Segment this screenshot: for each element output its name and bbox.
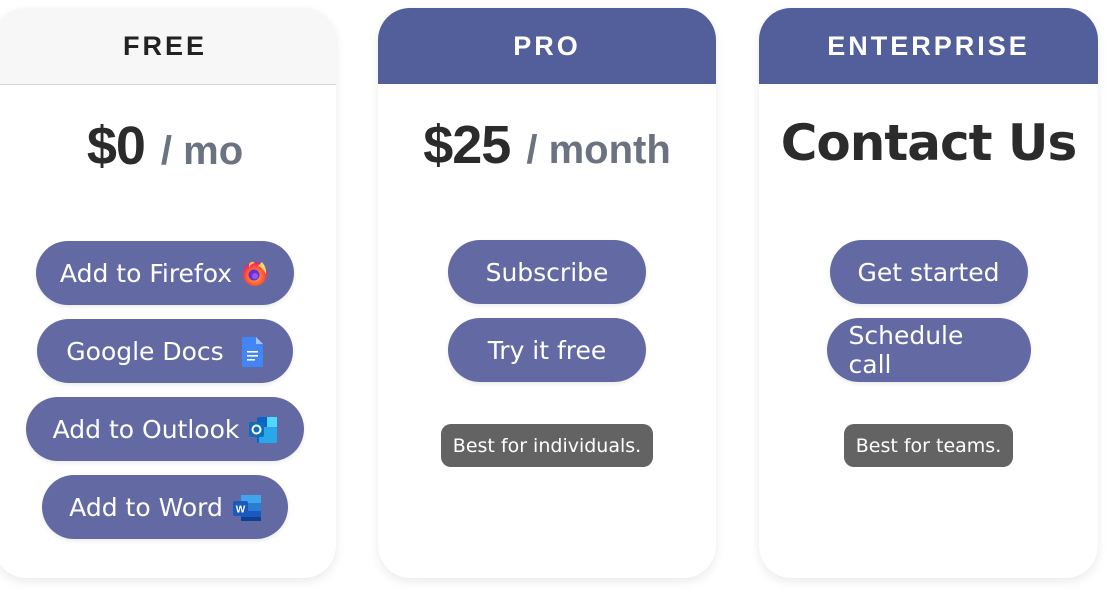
best-for-badge: Best for teams. [843, 424, 1014, 467]
price-period: / mo [160, 129, 244, 173]
add-to-firefox-button[interactable]: Add to Firefox [36, 241, 294, 305]
add-to-word-button[interactable]: Add to Word W [42, 475, 288, 539]
google-docs-icon [240, 336, 264, 367]
button-label: Subscribe [485, 257, 609, 287]
price-amount: $0 [86, 116, 146, 176]
plan-card-pro: PRO $25 / month Subscribe Try it free Be… [378, 8, 716, 578]
plan-header-pro: PRO [378, 8, 716, 84]
get-started-button[interactable]: Get started [829, 240, 1028, 304]
button-label: Add to Firefox [59, 258, 233, 288]
plan-card-enterprise: ENTERPRISE Contact Us Get started Schedu… [759, 8, 1098, 578]
schedule-call-button[interactable]: Schedule call [826, 318, 1031, 382]
word-icon: W [231, 492, 261, 522]
button-label: Try it free [487, 335, 607, 365]
add-to-outlook-button[interactable]: Add to Outlook [26, 397, 304, 461]
button-label: Schedule call [848, 321, 964, 379]
button-label: Google Docs [66, 336, 224, 366]
price-amount: $25 [423, 115, 511, 175]
firefox-icon [240, 258, 270, 288]
subscribe-button[interactable]: Subscribe [448, 240, 646, 304]
plan-card-free: FREE $0 / mo Add to Firefox Google Docs … [0, 8, 336, 578]
google-docs-button[interactable]: Google Docs [37, 319, 293, 383]
button-label: Add to Outlook [52, 414, 240, 444]
plan-header-enterprise: ENTERPRISE [759, 8, 1098, 84]
svg-text:W: W [236, 505, 246, 516]
button-label: Get started [857, 257, 1000, 287]
plan-price-pro: $25 / month [378, 114, 716, 184]
outlook-icon [247, 414, 278, 444]
plan-price-enterprise: Contact Us [759, 114, 1098, 184]
price-period: / month [526, 128, 671, 172]
try-it-free-button[interactable]: Try it free [448, 318, 646, 382]
contact-us-heading: Contact Us [780, 114, 1078, 172]
best-for-badge: Best for individuals. [440, 424, 654, 467]
plan-header-free: FREE [0, 8, 336, 85]
button-label: Add to Word [69, 492, 223, 522]
plan-price-free: $0 / mo [0, 115, 336, 185]
